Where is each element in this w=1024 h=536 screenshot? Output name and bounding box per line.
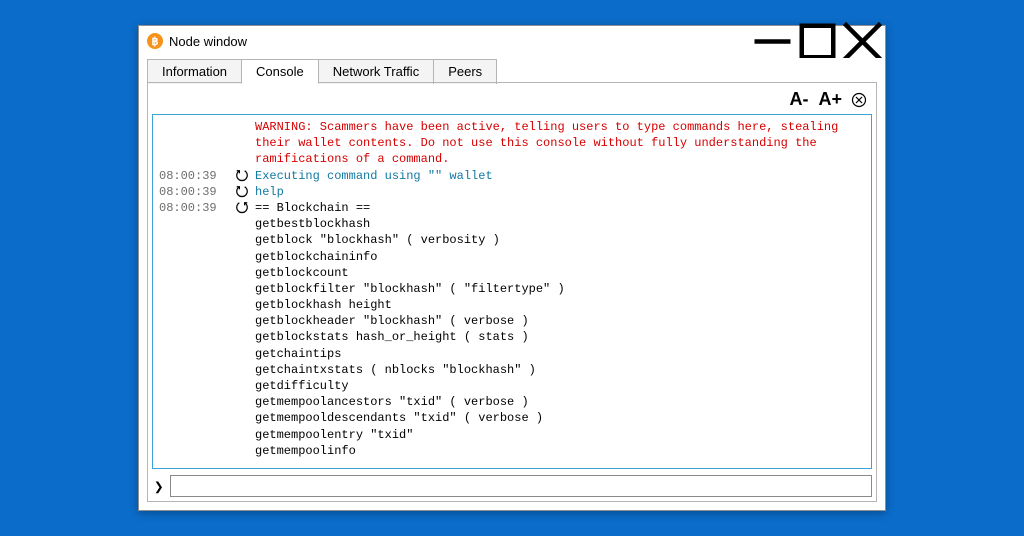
reply-in-icon [229,168,255,183]
reply-out-icon [229,200,255,215]
maximize-button[interactable] [795,26,840,56]
window-title: Node window [169,34,247,49]
tab-network-traffic[interactable]: Network Traffic [318,59,434,84]
console-input-bar: ❯ [152,475,872,497]
console-warning-text: WARNING: Scammers have been active, tell… [255,119,865,168]
console-row: 08:00:39 Executing command using "" wall… [159,168,865,184]
console-text: == Blockchain == getbestblockhash getblo… [255,200,865,459]
console-output: WARNING: Scammers have been active, tell… [152,114,872,469]
console-panel: A- A+ WARNING: Scammers have been active… [147,83,877,502]
bitcoin-icon: ฿ [147,33,163,49]
minimize-button[interactable] [750,26,795,56]
timestamp: 08:00:39 [159,184,229,200]
clear-console-button[interactable] [850,91,868,109]
tabstrip: Information Console Network Traffic Peer… [139,58,885,83]
titlebar: ฿ Node window [139,26,885,56]
font-decrease-button[interactable]: A- [787,89,810,110]
console-warning-row: WARNING: Scammers have been active, tell… [159,119,865,168]
timestamp: 08:00:39 [159,168,229,184]
console-row: 08:00:39 == Blockchain == getbestblockha… [159,200,865,459]
console-text: help [255,184,865,200]
prompt-icon: ❯ [152,477,166,496]
command-sent-icon [229,184,255,199]
timestamp: 08:00:39 [159,200,229,216]
font-toolbar: A- A+ [152,87,872,114]
font-increase-button[interactable]: A+ [816,89,844,110]
tab-information[interactable]: Information [147,59,242,84]
node-window: ฿ Node window Information Console Networ… [138,25,886,511]
tab-console[interactable]: Console [241,59,319,84]
console-input[interactable] [170,475,872,497]
console-text: Executing command using "" wallet [255,168,865,184]
console-row: 08:00:39 help [159,184,865,200]
close-button[interactable] [840,26,885,56]
console-scroll[interactable]: WARNING: Scammers have been active, tell… [153,115,871,468]
tab-peers[interactable]: Peers [433,59,497,84]
